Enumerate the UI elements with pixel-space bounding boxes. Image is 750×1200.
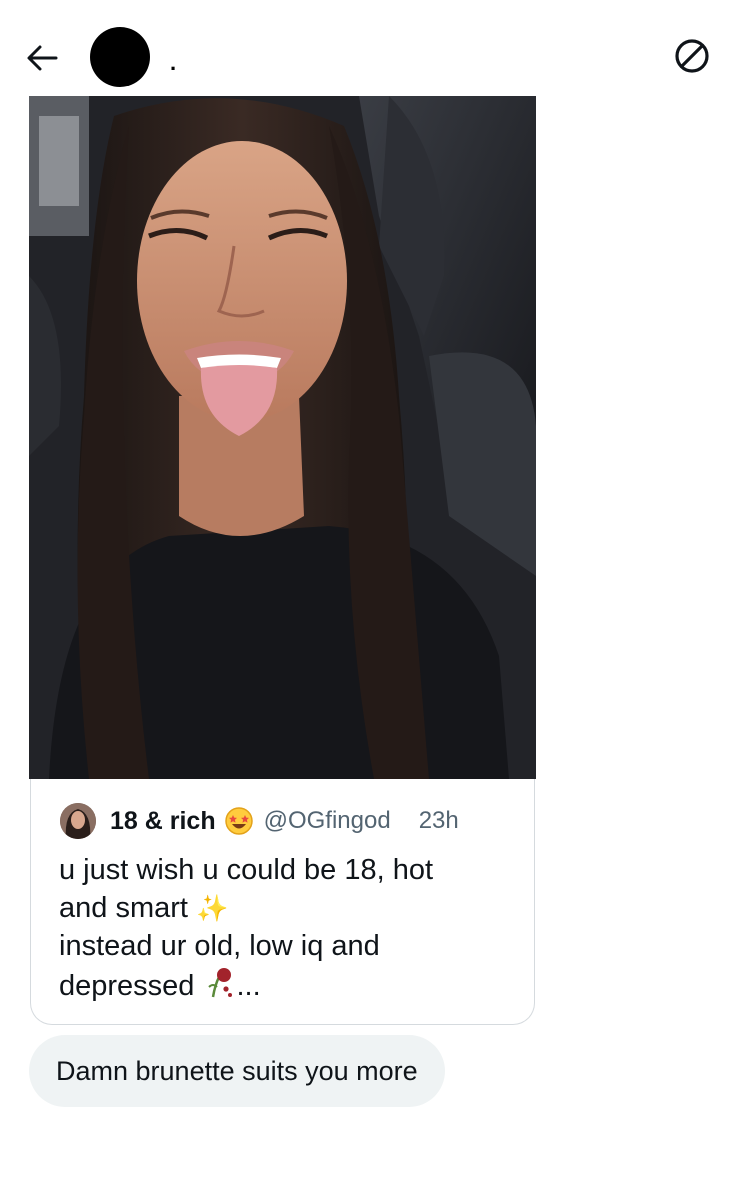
quoted-author-avatar[interactable] xyxy=(60,803,96,839)
star-struck-emoji-icon xyxy=(224,807,253,835)
quote-line-2-text: and smart xyxy=(59,892,188,924)
wilted-rose-emoji-icon xyxy=(207,968,232,998)
quoted-author-name[interactable]: 18 & rich xyxy=(110,807,216,836)
quote-line-4-text: depressed xyxy=(59,970,195,1002)
contact-name[interactable]: . xyxy=(170,50,176,76)
back-button[interactable] xyxy=(22,38,62,78)
arrow-left-icon xyxy=(27,45,58,71)
contact-avatar[interactable] xyxy=(90,27,150,87)
message-text: Damn brunette suits you more xyxy=(56,1055,418,1086)
quote-ellipsis: ... xyxy=(236,970,261,1002)
shared-photo[interactable] xyxy=(29,96,536,779)
quoted-post-card[interactable]: 18 & rich @OGfingod 23h u just wish u co… xyxy=(30,779,535,1025)
block-icon xyxy=(675,39,709,73)
message-bubble[interactable]: Damn brunette suits you more xyxy=(29,1035,445,1107)
quote-line-1: u just wish u could be 18, hot xyxy=(59,854,434,886)
quote-line-3: instead ur old, low iq and xyxy=(59,930,380,962)
avatar-icon xyxy=(60,803,96,839)
conversation-header: . xyxy=(0,0,750,96)
quote-line-4: depressed ... xyxy=(59,965,509,1005)
quoted-author-handle[interactable]: @OGfingod xyxy=(264,807,391,835)
quoted-post-header: 18 & rich @OGfingod 23h xyxy=(60,803,459,839)
photo-illustration xyxy=(29,96,536,779)
block-button[interactable] xyxy=(672,36,712,76)
sparkles-emoji-icon: ✨ xyxy=(196,893,229,923)
quoted-post-time: 23h xyxy=(418,807,459,834)
quote-line-2: and smart ✨ xyxy=(59,889,509,927)
quoted-post-text: u just wish u could be 18, hot and smart… xyxy=(59,851,509,1005)
